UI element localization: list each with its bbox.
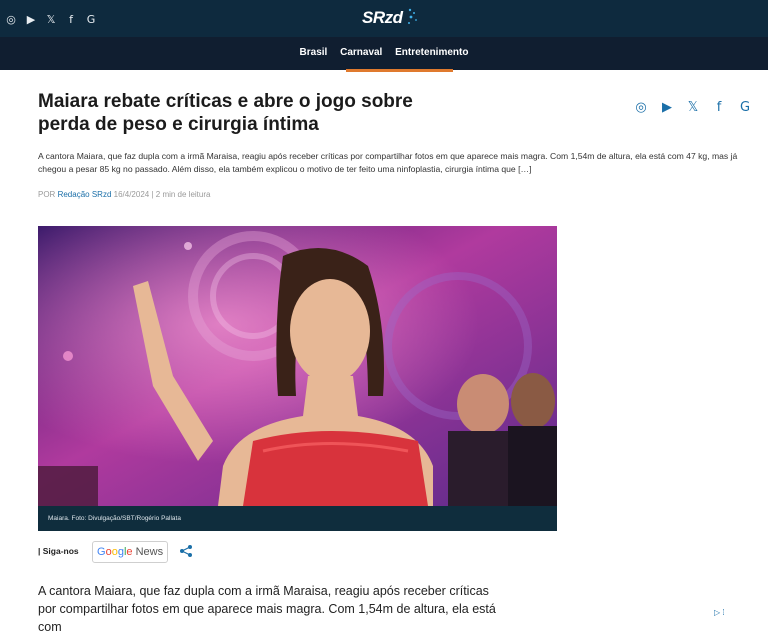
- share-icon[interactable]: [179, 544, 193, 558]
- top-bar: ◎ ▶ 𝕏 f G SRzd: [0, 0, 768, 37]
- google-news-button[interactable]: Google News: [92, 541, 169, 563]
- byline-date: 16/4/2024: [113, 190, 150, 199]
- article-body: A cantora Maiara, que faz dupla com a ir…: [38, 584, 496, 634]
- logo-sparkle-icon: [408, 8, 417, 24]
- facebook-icon[interactable]: f: [710, 98, 728, 116]
- google-icon[interactable]: G: [83, 11, 99, 27]
- photo-caption: Maiara. Foto: Divulgação/SBT/Rogério Pal…: [38, 506, 557, 531]
- photo-illustration: [38, 226, 557, 506]
- instagram-icon[interactable]: ◎: [632, 98, 650, 116]
- ad-choices-icon[interactable]: ▷ ⁞: [714, 608, 725, 617]
- youtube-icon[interactable]: ▶: [23, 11, 39, 27]
- nav-item-brasil[interactable]: Brasil: [300, 47, 328, 58]
- article-lead: A cantora Maiara, que faz dupla com a ir…: [38, 151, 738, 174]
- article-title: Maiara rebate críticas e abre o jogo sob…: [38, 91, 413, 135]
- site-logo[interactable]: SRzd: [362, 8, 403, 28]
- article-photo: [38, 226, 557, 506]
- byline-separator: |: [151, 190, 154, 199]
- youtube-icon[interactable]: ▶: [658, 98, 676, 116]
- google-news-google: Google: [97, 546, 133, 558]
- nav-item-entretenimento[interactable]: Entretenimento: [395, 47, 468, 58]
- x-icon[interactable]: 𝕏: [684, 98, 702, 116]
- instagram-icon[interactable]: ◎: [3, 11, 19, 27]
- nav-active-indicator: [346, 69, 453, 72]
- top-social-links: ◎ ▶ 𝕏 f G: [3, 11, 99, 27]
- x-icon[interactable]: 𝕏: [43, 11, 59, 27]
- share-social-links: ◎ ▶ 𝕏 f G: [632, 98, 754, 116]
- google-icon[interactable]: G: [736, 98, 754, 116]
- byline-read-time: 2 min de leitura: [155, 190, 211, 199]
- byline: POR Redação SRzd 16/4/2024 | 2 min de le…: [38, 190, 210, 199]
- byline-prefix: POR: [38, 190, 56, 199]
- follow-label: | Siga-nos: [38, 546, 79, 556]
- main-nav: Brasil Carnaval Entretenimento: [0, 37, 768, 70]
- byline-author[interactable]: Redação SRzd: [58, 190, 112, 199]
- nav-item-carnaval[interactable]: Carnaval: [340, 47, 382, 58]
- google-news-news: News: [135, 546, 164, 558]
- facebook-icon[interactable]: f: [63, 11, 79, 27]
